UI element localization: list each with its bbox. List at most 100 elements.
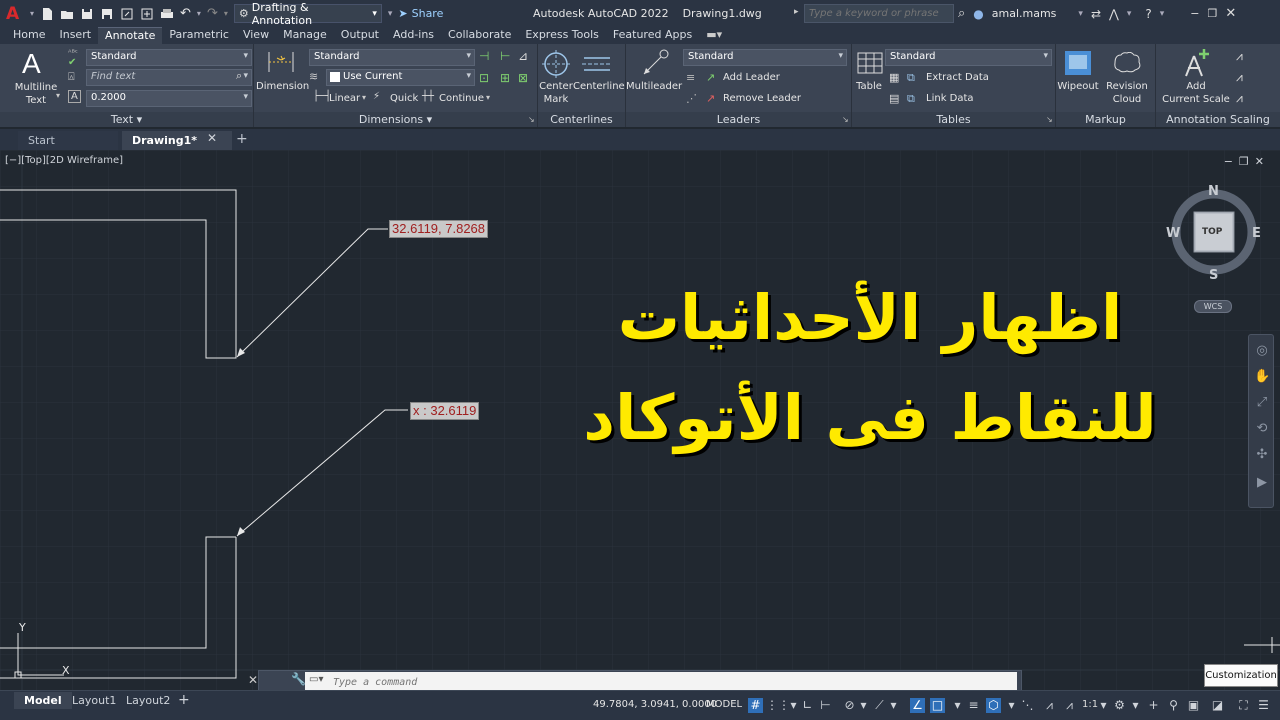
tab-featured-apps[interactable]: Featured Apps <box>606 27 699 44</box>
leader-settings-launcher-icon[interactable]: ↘ <box>842 115 849 124</box>
compass-east[interactable]: E <box>1252 226 1261 241</box>
continue-dropdown-icon[interactable]: ▾ <box>486 93 490 102</box>
multileader-button[interactable]: Multileader <box>626 80 682 93</box>
compass-north[interactable]: N <box>1208 184 1219 199</box>
connect-dropdown-icon[interactable]: ▾ <box>1127 9 1132 19</box>
tab-output[interactable]: Output <box>334 27 386 44</box>
tab-express-tools[interactable]: Express Tools <box>518 27 606 44</box>
user-icon[interactable]: ● <box>973 7 983 21</box>
polar-dropdown-icon[interactable]: ▾ <box>856 698 871 713</box>
app-menu-chevron-icon[interactable]: ▾ <box>30 9 34 18</box>
dimensions-panel-title[interactable]: Dimensions ▾ <box>254 112 537 127</box>
dimension-icon[interactable] <box>266 50 296 76</box>
selection-dropdown-icon[interactable]: ▾ <box>1004 698 1019 713</box>
revision-cloud-icon[interactable] <box>1112 52 1142 74</box>
tab-parametric[interactable]: Parametric <box>162 27 236 44</box>
close-window-icon[interactable]: ✕ <box>1225 6 1236 21</box>
dim-settings-launcher-icon[interactable]: ↘ <box>528 115 535 124</box>
workspace-switching-icon[interactable]: ⚙ <box>1112 698 1127 713</box>
add-current-scale-button[interactable]: Add Current Scale <box>1160 80 1232 106</box>
save-icon[interactable] <box>80 7 94 21</box>
dim-adjust-icon[interactable]: ⊢ <box>500 49 510 63</box>
new-file-icon[interactable] <box>40 7 54 21</box>
add-leader-button[interactable]: Add Leader <box>723 72 780 83</box>
search-icon[interactable]: ⌕ <box>958 6 965 21</box>
viewport-controls[interactable]: [−][Top][2D Wireframe] <box>5 155 123 166</box>
coordinate-tag-x[interactable]: x : 32.6119 <box>410 402 480 420</box>
tab-manage[interactable]: Manage <box>276 27 334 44</box>
tab-collaborate[interactable]: Collaborate <box>441 27 518 44</box>
dimension-button[interactable]: Dimension <box>256 80 309 93</box>
transparency-icon[interactable]: ⋱ <box>1020 698 1035 713</box>
tab-view[interactable]: View <box>236 27 276 44</box>
add-current-scale-icon[interactable] <box>1180 48 1210 78</box>
link-data-button[interactable]: Link Data <box>926 93 974 104</box>
multiline-text-button[interactable]: Multiline Text <box>12 81 60 107</box>
undo-icon[interactable]: ↶ <box>180 6 191 21</box>
dim-override-icon[interactable]: ⊠ <box>518 71 528 85</box>
quick-dim-button[interactable]: Quick <box>390 93 418 104</box>
units-icon[interactable]: ⚲ <box>1166 698 1181 713</box>
nav-orbit-icon[interactable]: ✣ <box>1254 447 1270 463</box>
annotation-scale-icon-2[interactable]: ⩘ <box>1236 70 1243 85</box>
dim-space-icon[interactable]: ⊡ <box>479 71 489 85</box>
center-mark-button[interactable]: Center Mark <box>538 80 574 106</box>
viewport-minimize-icon[interactable]: − <box>1224 155 1239 168</box>
steering-wheel-icon[interactable]: ◎ <box>1254 343 1270 359</box>
customize-command-line-icon[interactable]: 🔧 <box>291 672 306 686</box>
lineweight-icon[interactable]: ≡ <box>966 698 981 713</box>
text-panel-title[interactable]: Text ▾ <box>0 112 253 127</box>
multileader-icon[interactable] <box>640 48 670 78</box>
close-tab-icon[interactable]: ✕ <box>207 131 217 145</box>
isolate-objects-icon[interactable]: ◪ <box>1210 698 1225 713</box>
snap-mode-icon[interactable]: ⋮⋮ <box>766 698 790 713</box>
undo-dropdown-icon[interactable]: ▾ <box>197 9 201 18</box>
dimension-style-combo[interactable]: Standard <box>309 49 475 66</box>
dim-layer-combo[interactable]: Use Current <box>326 69 475 86</box>
clean-screen-icon[interactable]: ⛶ <box>1236 698 1251 713</box>
text-height-combo[interactable]: 0.2000 <box>86 90 252 107</box>
text-style-combo[interactable]: Standard <box>86 49 252 66</box>
layout-tab-layout1[interactable]: Layout1 <box>72 694 116 707</box>
viewport-close-icon[interactable]: ✕ <box>1255 155 1270 168</box>
zoom-extents-icon[interactable]: ⤢ <box>1254 395 1270 411</box>
annotation-monitor-icon[interactable]: + <box>1146 698 1161 713</box>
pan-icon[interactable]: ✋ <box>1254 369 1270 385</box>
autocad-app-icon[interactable]: A <box>6 4 24 24</box>
centerline-button[interactable]: Centerline <box>573 80 625 93</box>
layout-tab-layout2[interactable]: Layout2 <box>126 694 170 707</box>
connect-icon[interactable]: ⋀ <box>1109 7 1119 21</box>
layout-tab-model[interactable]: Model <box>14 692 72 709</box>
find-text-input[interactable]: Find text <box>86 69 252 86</box>
extract-data-button[interactable]: Extract Data <box>926 72 989 83</box>
continue-button[interactable]: Continue <box>439 93 484 104</box>
table-merge-icon[interactable]: ▦ <box>889 71 899 84</box>
table-style-combo[interactable]: Standard <box>885 49 1052 66</box>
workspace-selector[interactable]: ⚙ Drafting & Annotation ▾ <box>233 1 382 27</box>
ribbon-minimize-icon[interactable]: ▬▾ <box>699 27 729 44</box>
wipeout-button[interactable]: Wipeout <box>1056 80 1100 93</box>
save-as-icon[interactable] <box>100 7 114 21</box>
ortho-icon[interactable]: ∟ <box>800 698 815 713</box>
snap-dropdown-icon[interactable]: ▾ <box>786 698 801 713</box>
redo-dropdown-icon[interactable]: ▾ <box>224 9 228 18</box>
center-mark-icon[interactable] <box>542 50 570 78</box>
tab-annotate[interactable]: Annotate <box>98 27 163 44</box>
selection-cycling-icon[interactable]: ⬡ <box>986 698 1001 713</box>
table-settings-launcher-icon[interactable]: ↘ <box>1046 115 1053 124</box>
multileader-style-combo[interactable]: Standard <box>683 49 847 66</box>
tab-insert[interactable]: Insert <box>52 27 98 44</box>
align-leaders-icon[interactable]: ≡ <box>686 71 695 84</box>
customization-menu-icon[interactable]: ☰ <box>1256 698 1271 713</box>
dynamic-input-icon[interactable]: ⊢ <box>818 698 833 713</box>
minimize-icon[interactable]: − <box>1190 7 1199 20</box>
redo-icon[interactable]: ↷ <box>207 6 218 21</box>
help-icon[interactable]: ? <box>1145 7 1151 21</box>
recent-commands-icon[interactable]: ▭▾ <box>309 674 323 685</box>
user-dropdown-icon[interactable]: ▾ <box>1078 9 1083 19</box>
help-dropdown-icon[interactable]: ▾ <box>1160 9 1165 19</box>
centerline-icon[interactable] <box>582 54 612 74</box>
viewport-restore-icon[interactable]: ❐ <box>1239 155 1255 168</box>
grid-display-icon[interactable]: # <box>748 698 763 713</box>
cursor-coordinates[interactable]: 49.7804, 3.0941, 0.0000 <box>593 699 717 710</box>
